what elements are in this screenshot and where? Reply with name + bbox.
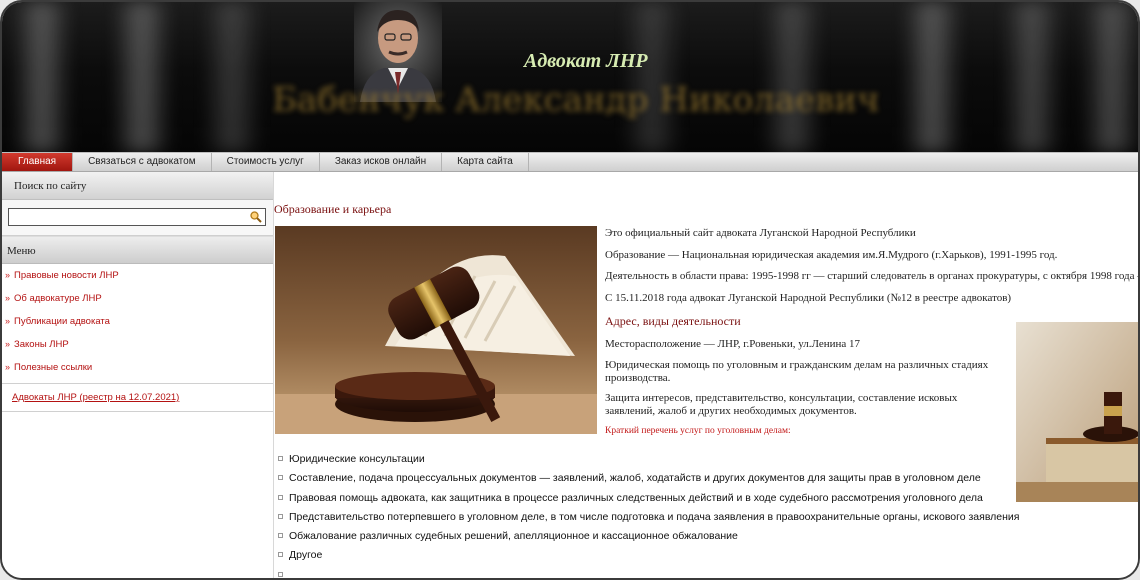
sidebar-item-label: Об адвокатуре ЛНР	[14, 293, 102, 304]
site-title: Адвокат ЛНР	[524, 50, 648, 72]
site-header: Адвокат ЛНР Бабенчук Александр Николаеви…	[2, 2, 1138, 152]
nav-sitemap[interactable]: Карта сайта	[442, 153, 529, 171]
list-item	[278, 566, 1019, 578]
list-item: Другое	[278, 546, 1019, 565]
list-item: Составление, подача процессуальных докум…	[278, 469, 1019, 488]
location-text: Месторасположение — ЛНР, г.Ровеньки, ул.…	[605, 338, 861, 350]
chevron-right-icon: »	[5, 339, 11, 349]
chevron-right-icon: »	[5, 362, 11, 372]
sidebar-item-legal-news[interactable]: » Правовые новости ЛНР	[2, 264, 273, 287]
list-item: Юридические консультации	[278, 450, 1019, 469]
help-text: Юридическая помощь по уголовным и гражда…	[605, 359, 989, 384]
services-heading: Краткий перечень услуг по уголовным дела…	[605, 426, 791, 436]
sidebar-item-label: Правовые новости ЛНР	[14, 270, 119, 281]
square-bullet-icon	[278, 533, 283, 539]
header-name-banner: Бабенчук Александр Николаевич	[272, 80, 880, 120]
square-bullet-icon	[278, 513, 283, 519]
nav-home[interactable]: Главная	[2, 153, 74, 171]
nav-contact[interactable]: Связаться с адвокатом	[73, 153, 212, 171]
services-list: Юридические консультации Составление, по…	[278, 450, 1019, 578]
chevron-right-icon: »	[5, 293, 11, 303]
nav-pricing[interactable]: Стоимость услуг	[212, 153, 320, 171]
registry-link[interactable]: Адвокаты ЛНР (реестр на 12.07.2021)	[2, 384, 273, 412]
gavel-book-image	[1016, 322, 1138, 502]
since-text: С 15.11.2018 года адвокат Луганской Наро…	[605, 292, 1012, 304]
sidebar: Поиск по сайту Меню » Правовые новости ЛН…	[2, 172, 274, 578]
intro-text: Это официальный сайт адвоката Луганской …	[605, 227, 916, 239]
search-icon[interactable]	[249, 210, 263, 224]
main-content: Образование и карьера Это официальный са…	[274, 172, 1140, 578]
section-title: Образование и карьера	[274, 202, 392, 216]
menu-heading: Меню	[2, 236, 273, 264]
sidebar-item-laws[interactable]: » Законы ЛНР	[2, 333, 273, 356]
list-item: Представительство потерпевшего в уголовн…	[278, 508, 1019, 527]
chevron-right-icon: »	[5, 270, 11, 280]
sidebar-item-useful-links[interactable]: » Полезные ссылки	[2, 356, 273, 379]
square-bullet-icon	[278, 552, 283, 558]
sidebar-item-label: Законы ЛНР	[14, 339, 69, 350]
square-bullet-icon	[278, 494, 283, 500]
career-text: Деятельность в области права: 1995-1998 …	[605, 270, 1140, 282]
gavel-image	[275, 226, 597, 434]
browser-frame: Адвокат ЛНР Бабенчук Александр Николаеви…	[0, 0, 1140, 580]
main-nav: Главная Связаться с адвокатом Стоимость …	[2, 152, 1138, 172]
defense-text: Защита интересов, представительство, кон…	[605, 392, 958, 417]
sidebar-item-about-bar[interactable]: » Об адвокатуре ЛНР	[2, 287, 273, 310]
list-item: Правовая помощь адвоката, как защитника …	[278, 489, 1019, 508]
search-heading: Поиск по сайту	[2, 172, 273, 200]
square-bullet-icon	[278, 571, 283, 577]
square-bullet-icon	[278, 456, 283, 461]
sidebar-menu: » Правовые новости ЛНР » Об адвокатуре ЛНР…	[2, 264, 273, 412]
list-item: Обжалование различных судебных решений, …	[278, 527, 1019, 546]
search-box	[2, 200, 273, 236]
nav-order-online[interactable]: Заказ исков онлайн	[320, 153, 443, 171]
square-bullet-icon	[278, 475, 283, 481]
education-text: Образование — Национальная юридическая а…	[605, 249, 1058, 261]
sidebar-item-label: Публикации адвоката	[14, 316, 110, 327]
sidebar-item-label: Полезные ссылки	[14, 362, 93, 373]
address-title: Адрес, виды деятельности	[605, 314, 741, 328]
search-input[interactable]	[8, 208, 266, 226]
sidebar-item-publications[interactable]: » Публикации адвоката	[2, 310, 273, 333]
chevron-right-icon: »	[5, 316, 11, 326]
